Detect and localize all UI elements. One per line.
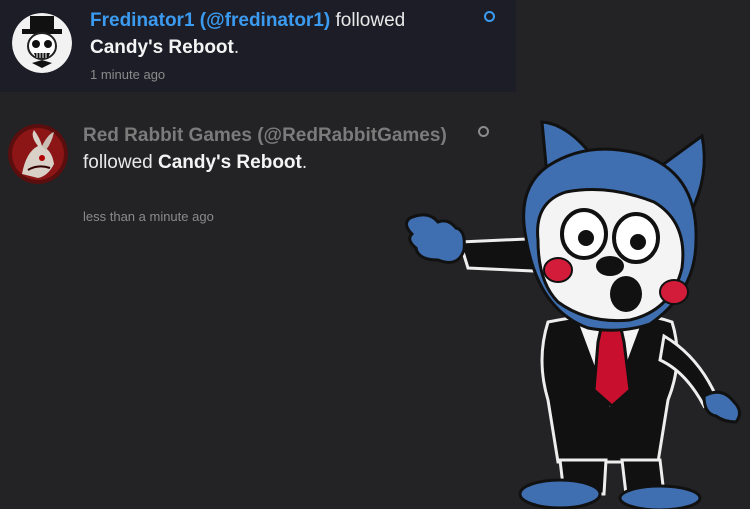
cartoon-cat-mascot-icon	[405, 120, 741, 509]
notifications-page: Fredinator1 (@fredinator1) followed Cand…	[0, 0, 750, 509]
verb-text: followed	[83, 152, 153, 173]
verb-text: followed	[335, 10, 406, 31]
target-link[interactable]: Candy's Reboot	[90, 37, 234, 58]
timestamp: less than a minute ago	[83, 209, 214, 224]
avatar[interactable]	[12, 13, 72, 73]
unread-indicator-icon[interactable]	[484, 11, 495, 22]
actor-link[interactable]: Red Rabbit Games (@RedRabbitGames)	[83, 125, 447, 146]
timestamp: 1 minute ago	[90, 67, 166, 82]
red-rabbit-avatar-icon	[8, 124, 68, 184]
period-text: .	[301, 152, 308, 173]
actor-link[interactable]: Fredinator1 (@fredinator1)	[90, 10, 330, 31]
target-link[interactable]: Candy's Reboot	[158, 152, 302, 173]
avatar[interactable]	[8, 124, 68, 184]
period-text: .	[233, 37, 240, 58]
skull-tophat-avatar-icon	[12, 13, 72, 73]
notification-item[interactable]: Fredinator1 (@fredinator1) followed Cand…	[0, 0, 516, 92]
notification-text: Fredinator1 (@fredinator1) followed Cand…	[90, 7, 470, 61]
